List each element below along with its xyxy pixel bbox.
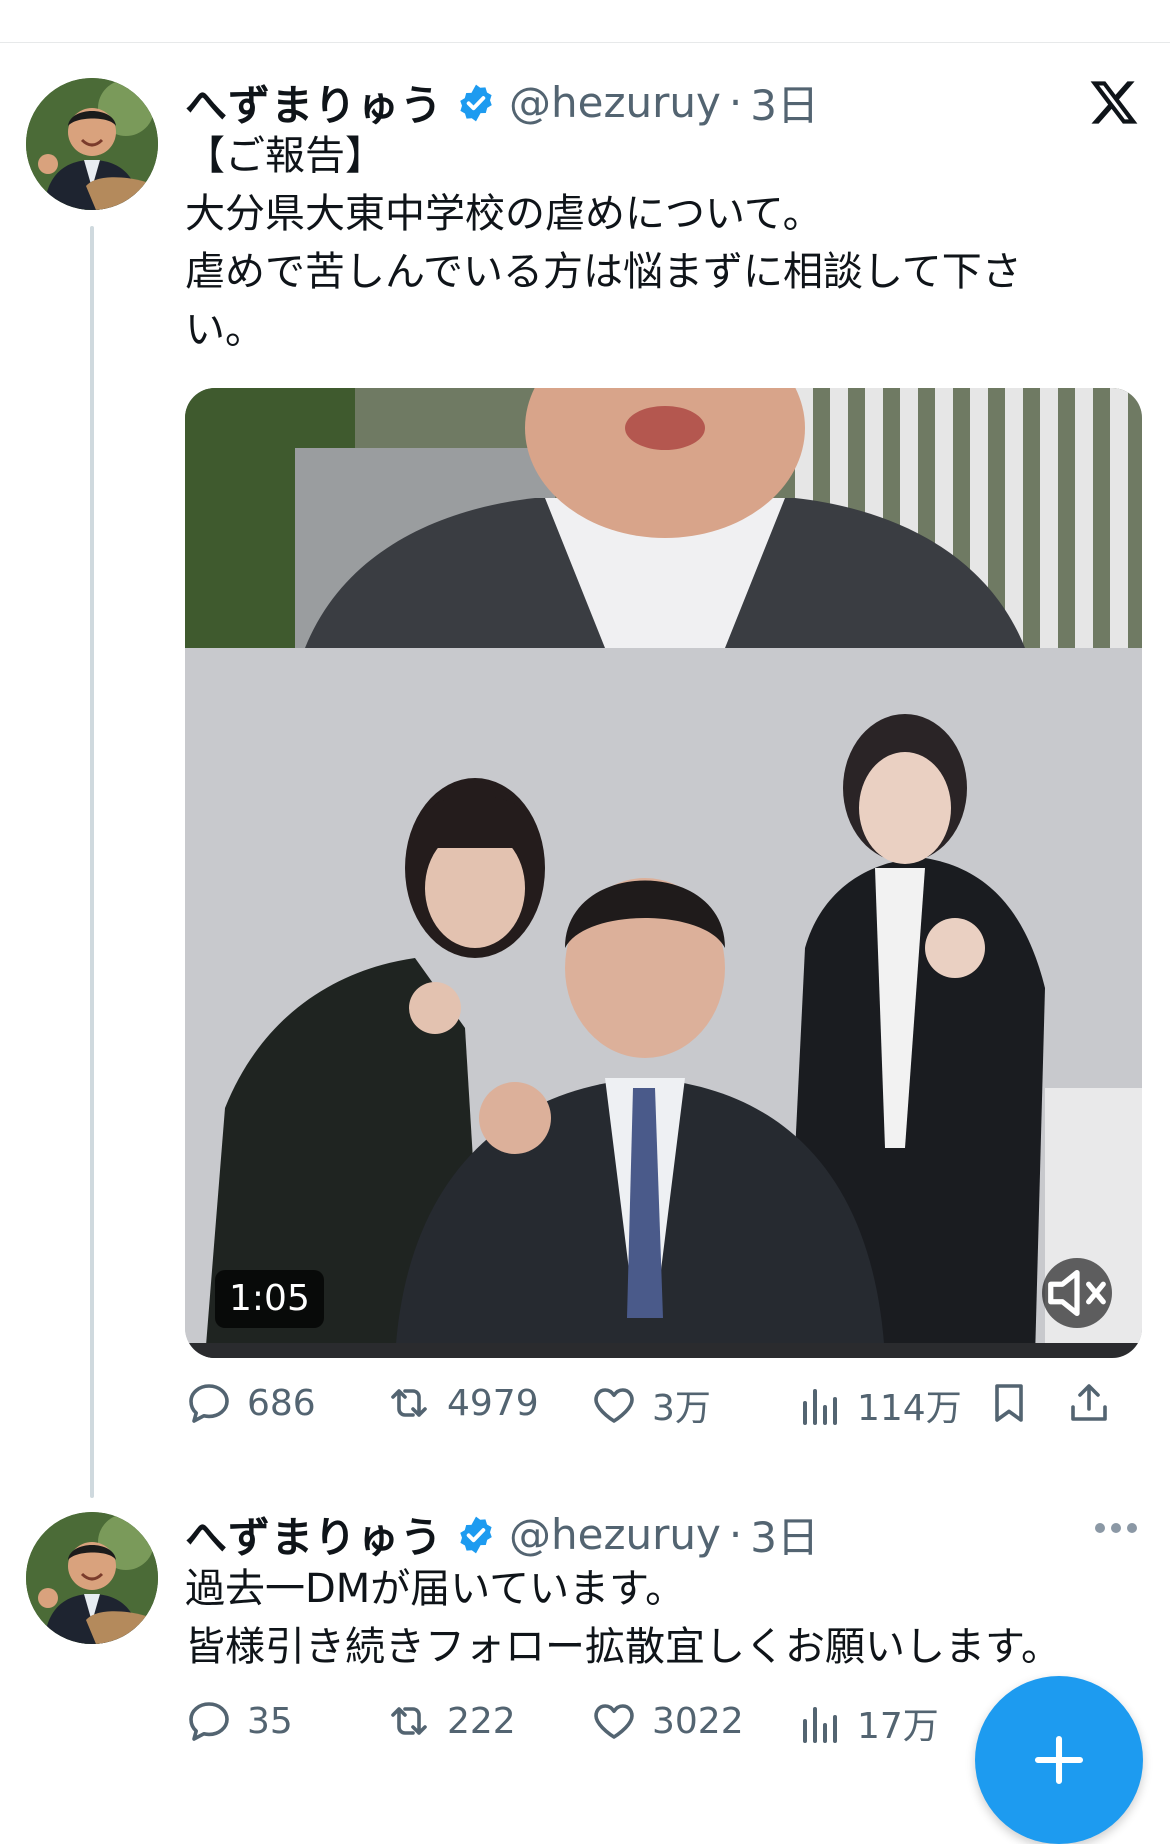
- compose-button[interactable]: [975, 1676, 1143, 1844]
- tweet-line: 【ご報告】: [185, 133, 385, 179]
- tweet-header: へずまりゅう @hezuruy · 3日: [185, 72, 819, 133]
- more-dots-icon[interactable]: [1094, 1521, 1138, 1535]
- views-chart-icon: [803, 1389, 837, 1425]
- tweet-text: 【ご報告】 大分県大東中学校の虐めについて。 虐めで苦しんでいる方は悩まずに相談…: [185, 127, 1085, 359]
- heart-icon: [594, 1388, 634, 1423]
- tweet-text: 過去一DMが届いています。 皆様引き続きフォロー拡散宜しくお願いします。: [185, 1560, 1085, 1676]
- like-button[interactable]: 3022: [590, 1697, 744, 1745]
- separator-dot: ·: [728, 78, 743, 127]
- user-handle[interactable]: @hezuruy: [509, 78, 721, 127]
- retweet-icon: [391, 1389, 427, 1417]
- retweet-count: 222: [447, 1700, 516, 1742]
- avatar[interactable]: [26, 1512, 158, 1644]
- tweet-header: へずまりゅう @hezuruy · 3日: [185, 1504, 819, 1565]
- reply-icon: [189, 1702, 229, 1741]
- share-button[interactable]: [1065, 1379, 1113, 1427]
- view-count: 17万: [857, 1706, 939, 1747]
- reply-icon: [189, 1384, 229, 1423]
- retweet-button[interactable]: 222: [385, 1697, 516, 1745]
- video-frame: [185, 388, 1142, 1358]
- tweet-line: 大分県大東中学校の虐めについて。: [185, 191, 823, 237]
- reply-button[interactable]: 35: [185, 1697, 293, 1745]
- user-handle[interactable]: @hezuruy: [509, 1510, 721, 1559]
- plus-icon: [1034, 1735, 1084, 1785]
- video-player[interactable]: 1:05: [185, 388, 1142, 1358]
- timestamp[interactable]: 3日: [750, 72, 819, 133]
- bookmark-icon: [995, 1384, 1023, 1422]
- like-button[interactable]: 3万: [590, 1379, 711, 1431]
- separator-dot: ·: [728, 1510, 743, 1559]
- tweet-line: 皆様引き続きフォロー拡散宜しくお願いします。: [185, 1624, 1061, 1670]
- tweet-actions: 686 4979 3万 114万: [185, 1379, 1145, 1439]
- video-duration: 1:05: [215, 1270, 324, 1328]
- verified-badge-icon: [460, 1516, 492, 1553]
- views-button[interactable]: 17万: [795, 1697, 939, 1749]
- x-logo-icon[interactable]: [1088, 76, 1140, 128]
- tweet-line: 虐めで苦しんでいる方は悩まずに相談して下さ: [185, 249, 1022, 295]
- mute-icon: [1048, 1269, 1106, 1317]
- avatar[interactable]: [26, 78, 158, 210]
- retweet-button[interactable]: 4979: [385, 1379, 539, 1427]
- bookmark-button[interactable]: [985, 1379, 1033, 1427]
- mute-button[interactable]: [1042, 1258, 1112, 1328]
- view-count: 114万: [857, 1388, 962, 1429]
- retweet-icon: [391, 1707, 427, 1735]
- thread-connector-line: [90, 226, 94, 1498]
- tweet-line: い。: [185, 307, 265, 353]
- timestamp[interactable]: 3日: [750, 1504, 819, 1565]
- top-bar: [0, 0, 1170, 43]
- reply-count: 686: [247, 1382, 316, 1424]
- reply-count: 35: [247, 1700, 293, 1742]
- retweet-count: 4979: [447, 1382, 539, 1424]
- share-icon: [1071, 1384, 1107, 1421]
- reply-button[interactable]: 686: [185, 1379, 316, 1427]
- heart-icon: [594, 1704, 634, 1739]
- like-count: 3万: [652, 1388, 711, 1429]
- views-chart-icon: [803, 1707, 837, 1743]
- display-name[interactable]: へずまりゅう: [185, 72, 443, 133]
- tweet-line: 過去一DMが届いています。: [185, 1566, 686, 1612]
- like-count: 3022: [652, 1700, 744, 1742]
- verified-badge-icon: [460, 84, 492, 121]
- views-button[interactable]: 114万: [795, 1379, 962, 1431]
- display-name[interactable]: へずまりゅう: [185, 1504, 443, 1565]
